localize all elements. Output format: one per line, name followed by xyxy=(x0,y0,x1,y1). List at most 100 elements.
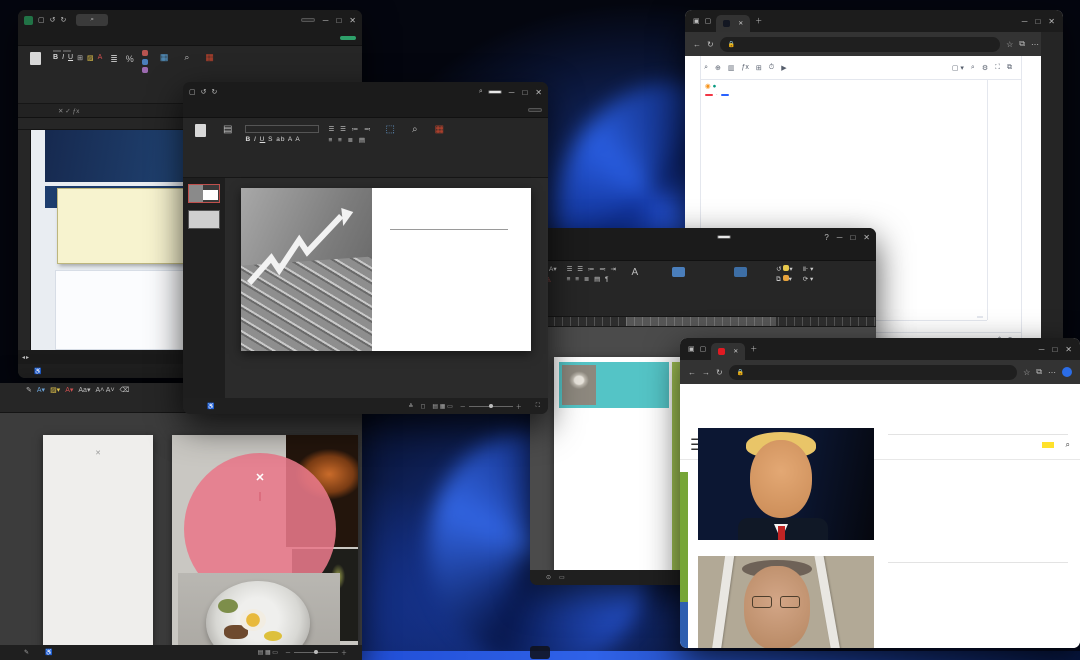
rotate-button[interactable]: ⟳ ▾ xyxy=(803,275,814,283)
new-tab-button[interactable]: ＋ xyxy=(755,16,762,26)
refresh-button[interactable]: ↻ xyxy=(716,368,723,377)
zoom-slider[interactable]: －＋ xyxy=(285,648,347,657)
signin-button[interactable] xyxy=(488,90,502,94)
underline-button[interactable]: U xyxy=(260,136,266,143)
word-document-area[interactable]: ✕ ✕ xyxy=(0,413,362,645)
sell-button[interactable] xyxy=(705,94,713,96)
interval-icon[interactable]: ▥ xyxy=(728,64,735,72)
font-name-select[interactable] xyxy=(245,125,319,133)
border-button[interactable]: ⊞ xyxy=(77,54,83,62)
replay-icon[interactable]: ▶ xyxy=(781,64,786,72)
paste-button[interactable] xyxy=(191,122,210,141)
align-button[interactable]: ⊪ ▾ xyxy=(803,265,814,273)
proofing-icon[interactable]: ✎ xyxy=(24,649,29,656)
maximize-button[interactable]: □ xyxy=(1035,17,1040,26)
maximize-button[interactable]: □ xyxy=(1052,345,1057,354)
undo-icon[interactable]: ↺ xyxy=(50,16,56,24)
slide-canvas[interactable] xyxy=(225,178,548,398)
powerpoint-titlebar[interactable]: ▢ ↺ ↻ ⌕ ─□✕ xyxy=(183,82,548,102)
quick-search-icon[interactable]: ⌕ xyxy=(971,64,975,72)
italic-button[interactable]: I xyxy=(254,136,257,143)
drawing-button[interactable]: ⬚ xyxy=(382,122,399,137)
maximize-button[interactable]: □ xyxy=(522,88,527,97)
buy-button[interactable] xyxy=(721,94,729,96)
tab-search-icon[interactable]: ▢ xyxy=(700,345,707,353)
back-button[interactable]: ← xyxy=(693,40,701,49)
article-2-image[interactable] xyxy=(698,556,874,648)
cell-styles-button[interactable] xyxy=(142,67,148,74)
publisher-page[interactable] xyxy=(554,357,688,570)
fullscreen-icon[interactable]: ⛶ xyxy=(995,64,1000,72)
snapshot-icon[interactable]: ⧉ xyxy=(1007,64,1012,72)
underline-button[interactable]: U xyxy=(68,54,73,62)
wrap-text-button[interactable]: ↺ ▾ xyxy=(776,265,793,273)
view-buttons[interactable]: ▤ ▦ ▭ xyxy=(258,649,278,656)
share-button[interactable] xyxy=(340,36,356,40)
browser-tab[interactable]: ✕ xyxy=(711,343,745,360)
sheet-nav-left[interactable]: ◂ xyxy=(22,354,25,361)
extensions-icon[interactable]: ⧉ xyxy=(1036,367,1042,377)
layout-grid-icon[interactable]: ⊞ xyxy=(756,64,762,72)
refresh-button[interactable]: ↻ xyxy=(707,40,714,49)
minimize-button[interactable]: ─ xyxy=(323,16,329,25)
zoom-slider[interactable]: －＋ xyxy=(460,402,522,411)
styles-button[interactable]: A xyxy=(627,265,642,282)
save-icon[interactable]: ▢ xyxy=(38,16,45,24)
sheet-nav-right[interactable]: ▸ xyxy=(26,354,29,361)
new-slide-button[interactable]: ▤ xyxy=(219,122,236,139)
change-case-icon[interactable]: Aa▾ xyxy=(78,386,90,394)
forward-button[interactable]: → xyxy=(702,368,710,377)
highlight-icon[interactable]: ▨▾ xyxy=(50,386,60,394)
save-icon[interactable]: ▢ xyxy=(189,88,196,96)
profile-avatar[interactable] xyxy=(1062,367,1072,377)
word-page-1[interactable]: ✕ xyxy=(43,435,153,645)
address-bar[interactable]: 🔒 xyxy=(729,365,1017,380)
conditional-format-button[interactable] xyxy=(142,50,148,57)
article-1-image[interactable] xyxy=(698,428,874,540)
symbol-search[interactable]: ⌕ xyxy=(704,64,708,72)
signin-button[interactable] xyxy=(717,235,731,239)
font-color-icon[interactable]: A▾ xyxy=(65,386,73,394)
editing-button[interactable]: ⌕ xyxy=(408,122,422,137)
accessibility-status[interactable]: ♿ xyxy=(207,403,214,410)
edit-textbox-button[interactable] xyxy=(652,265,704,281)
signin-button[interactable] xyxy=(301,18,315,22)
tab-close-icon[interactable]: ✕ xyxy=(738,20,743,27)
add-sheet-button[interactable] xyxy=(31,355,45,359)
alert-icon[interactable]: ⏱ xyxy=(769,64,774,72)
minimize-button[interactable]: ─ xyxy=(1022,17,1028,26)
minimize-button[interactable]: ─ xyxy=(1039,345,1045,354)
bullets-buttons[interactable]: ☰ ☰ ≔ ≕ xyxy=(328,125,372,133)
price-axis[interactable] xyxy=(987,80,1021,320)
contact-block[interactable] xyxy=(559,362,669,408)
word-page-2[interactable]: ✕ xyxy=(172,435,358,645)
format-painter-icon[interactable]: ✎ xyxy=(26,386,32,394)
tab-close-icon[interactable]: ✕ xyxy=(733,348,738,355)
close-button[interactable]: ✕ xyxy=(1065,345,1072,354)
addins-button[interactable]: ▦ xyxy=(431,122,448,137)
font-size-select[interactable] xyxy=(63,50,71,52)
format-as-table-button[interactable] xyxy=(142,59,148,66)
italic-button[interactable]: I xyxy=(62,54,64,62)
accessibility-status[interactable]: ♿ xyxy=(34,368,41,375)
indicators-icon[interactable]: ƒx xyxy=(742,64,749,71)
slide-thumbnail-2[interactable] xyxy=(186,210,222,229)
close-button[interactable]: ✕ xyxy=(535,88,542,97)
clear-format-icon[interactable]: ⌫ xyxy=(120,386,130,394)
extensions-icon[interactable]: ⧉ xyxy=(1019,39,1025,49)
minimize-button[interactable]: ─ xyxy=(509,88,515,97)
number-format-icon[interactable]: % xyxy=(126,54,134,64)
maximize-button[interactable]: □ xyxy=(850,233,855,242)
slide[interactable] xyxy=(241,188,531,351)
align-buttons[interactable]: ≡ ≡ ≣ ▤ xyxy=(328,136,372,144)
tv-symbol-header[interactable]: ◉ ● · xyxy=(705,82,729,100)
search-icon[interactable]: ⌕ xyxy=(479,88,483,96)
save-layout-icon[interactable]: ▢ ▾ xyxy=(952,64,964,72)
excel-search-box[interactable]: ⌕ xyxy=(76,14,108,26)
close-button[interactable]: ✕ xyxy=(1048,17,1055,26)
publisher-titlebar[interactable]: ?─□✕ xyxy=(530,228,876,246)
new-tab-button[interactable]: ＋ xyxy=(750,344,757,354)
accessibility-status[interactable]: ♿ xyxy=(45,649,52,656)
slide-thumbnail-1[interactable] xyxy=(186,184,222,203)
fit-slide-icon[interactable]: ⛶ xyxy=(536,403,540,410)
